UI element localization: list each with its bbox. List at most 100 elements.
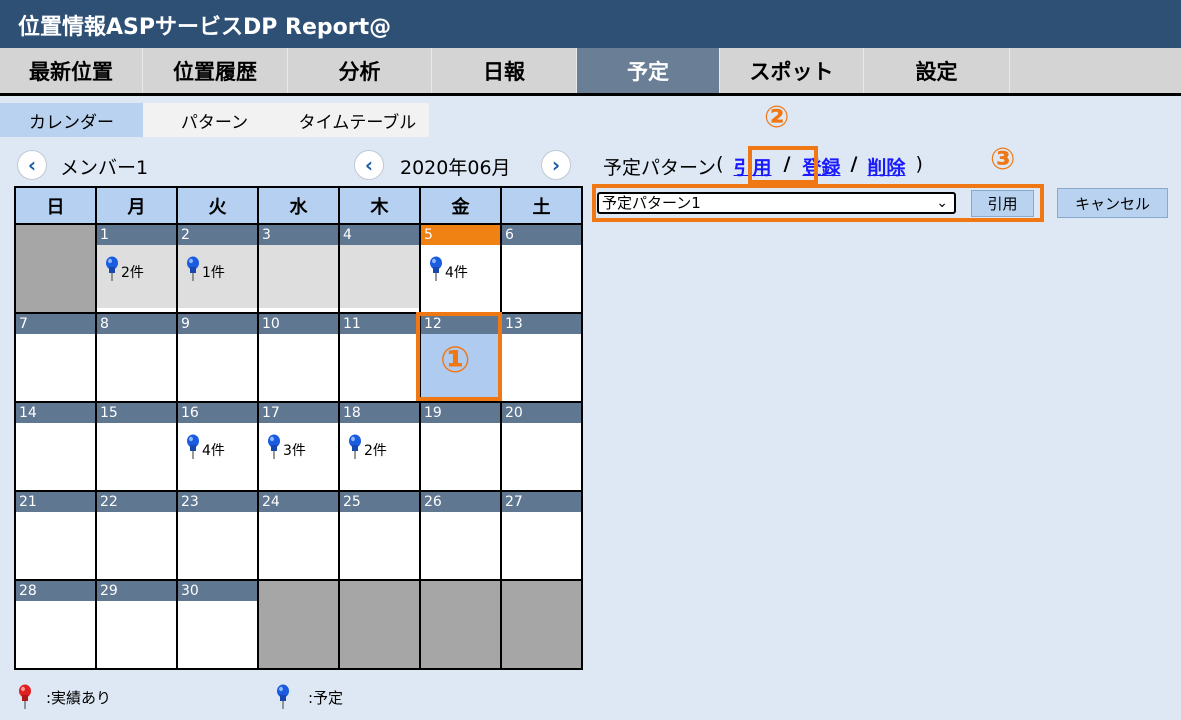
- day-number: 22: [97, 492, 176, 512]
- calendar-day-cell[interactable]: 23: [176, 490, 259, 581]
- day-body: [259, 245, 338, 308]
- calendar-day-cell[interactable]: 19: [419, 401, 502, 492]
- weekday-thu: 木: [338, 186, 421, 225]
- event-count-label: 3件: [283, 443, 306, 459]
- member-prev-button[interactable]: ‹: [17, 150, 47, 180]
- day-body: [502, 423, 581, 486]
- calendar-day-cell[interactable]: 1 2件: [95, 223, 178, 314]
- weekday-tue: 火: [176, 186, 259, 225]
- calendar-day-cell[interactable]: 9: [176, 312, 259, 403]
- day-number: 17: [259, 403, 338, 423]
- calendar-day-cell[interactable]: 25: [338, 490, 421, 581]
- calendar-day-cell[interactable]: 15: [95, 401, 178, 492]
- day-body: [97, 334, 176, 397]
- day-number: 20: [502, 403, 581, 423]
- calendar-week-row: 14 15 16 4件 17 3件 18 2件 19 20: [14, 401, 583, 492]
- calendar-week-row: 21 22 23 24 25 26 27: [14, 490, 583, 581]
- calendar-day-cell[interactable]: 28: [14, 579, 97, 670]
- calendar-day-cell[interactable]: 11: [338, 312, 421, 403]
- calendar-day-cell[interactable]: 26: [419, 490, 502, 581]
- subtab-calendar[interactable]: カレンダー: [0, 103, 143, 137]
- calendar-day-cell[interactable]: 16 4件: [176, 401, 259, 492]
- calendar-day-cell[interactable]: 10: [257, 312, 340, 403]
- calendar-day-cell[interactable]: 18 2件: [338, 401, 421, 492]
- tab-spot[interactable]: スポット: [720, 48, 864, 93]
- calendar-day-cell[interactable]: 6: [500, 223, 583, 314]
- sub-nav: カレンダー パターン タイムテーブル: [0, 99, 1181, 139]
- day-number: 23: [178, 492, 257, 512]
- calendar-empty-cell: [338, 579, 421, 670]
- cancel-button[interactable]: キャンセル: [1057, 188, 1168, 218]
- calendar-week-row: 1 2件 2 1件 3 4 5 4件 6: [14, 223, 583, 314]
- tab-settings[interactable]: 設定: [864, 48, 1010, 93]
- calendar-day-cell[interactable]: 7: [14, 312, 97, 403]
- delete-link[interactable]: 削除: [867, 153, 905, 180]
- day-body: [502, 245, 581, 308]
- calendar-day-cell[interactable]: 22: [95, 490, 178, 581]
- event-count[interactable]: 1件: [186, 248, 225, 282]
- calendar-grid: 日 月 火 水 木 金 土 1 2件 2 1件 3 4 5 4件 6 7 8 9 10 11 12 13 14 1…: [14, 186, 583, 670]
- calendar-day-cell[interactable]: 4: [338, 223, 421, 314]
- day-number: 13: [502, 314, 581, 334]
- subtab-pattern[interactable]: パターン: [143, 103, 286, 137]
- day-number: 3: [259, 225, 338, 245]
- quote-button[interactable]: 引用: [971, 190, 1034, 217]
- calendar-day-cell[interactable]: 30: [176, 579, 259, 670]
- event-count[interactable]: 2件: [348, 426, 387, 460]
- event-count-label: 4件: [202, 443, 225, 459]
- day-body: [16, 512, 95, 575]
- tab-latest-position[interactable]: 最新位置: [0, 48, 143, 93]
- calendar-day-cell[interactable]: 20: [500, 401, 583, 492]
- tab-position-history[interactable]: 位置履歴: [143, 48, 288, 93]
- callout-one: ①: [440, 340, 471, 381]
- event-count[interactable]: 4件: [186, 426, 225, 460]
- tab-daily-report[interactable]: 日報: [432, 48, 577, 93]
- day-number: 30: [178, 581, 257, 601]
- day-body: [16, 423, 95, 486]
- calendar-day-cell[interactable]: 5 4件: [419, 223, 502, 314]
- chevron-down-icon: ⌄: [936, 195, 948, 211]
- event-count[interactable]: 4件: [429, 248, 468, 282]
- calendar-day-cell[interactable]: 27: [500, 490, 583, 581]
- day-body: [259, 512, 338, 575]
- event-count[interactable]: 3件: [267, 426, 306, 460]
- day-body: [178, 334, 257, 397]
- calendar-day-cell[interactable]: 13: [500, 312, 583, 403]
- chevron-left-icon: ‹: [27, 153, 37, 177]
- event-count[interactable]: 2件: [105, 248, 144, 282]
- calendar-empty-cell: [257, 579, 340, 670]
- day-body: [259, 334, 338, 397]
- month-prev-button[interactable]: ‹: [354, 150, 384, 180]
- day-number: 15: [97, 403, 176, 423]
- weekday-sat: 土: [500, 186, 583, 225]
- calendar-day-cell[interactable]: 29: [95, 579, 178, 670]
- day-number: 9: [178, 314, 257, 334]
- month-next-button[interactable]: ›: [541, 150, 571, 180]
- tab-analysis[interactable]: 分析: [288, 48, 432, 93]
- day-body: 3件: [259, 423, 338, 486]
- calendar-day-cell[interactable]: 2 1件: [176, 223, 259, 314]
- day-number: 6: [502, 225, 581, 245]
- day-number: 10: [259, 314, 338, 334]
- calendar-day-cell[interactable]: 21: [14, 490, 97, 581]
- weekday-wed: 水: [257, 186, 340, 225]
- calendar-day-cell[interactable]: 14: [14, 401, 97, 492]
- day-number: 14: [16, 403, 95, 423]
- subtab-timetable[interactable]: タイムテーブル: [286, 103, 429, 137]
- legend-actual: :実績あり: [18, 684, 111, 710]
- calendar-day-cell[interactable]: 8: [95, 312, 178, 403]
- pattern-open-paren: (: [716, 153, 724, 175]
- pattern-select[interactable]: 予定パターン1 ⌄: [597, 192, 956, 214]
- day-body: [97, 601, 176, 664]
- day-body: 2件: [97, 245, 176, 308]
- calendar-day-cell[interactable]: 3: [257, 223, 340, 314]
- tab-schedule[interactable]: 予定: [577, 48, 720, 93]
- day-number: 16: [178, 403, 257, 423]
- day-body: [97, 423, 176, 486]
- day-number: 26: [421, 492, 500, 512]
- calendar-empty-cell: [419, 579, 502, 670]
- day-body: [340, 245, 419, 308]
- calendar-day-cell[interactable]: 24: [257, 490, 340, 581]
- calendar-day-cell[interactable]: 17 3件: [257, 401, 340, 492]
- day-body: [178, 601, 257, 664]
